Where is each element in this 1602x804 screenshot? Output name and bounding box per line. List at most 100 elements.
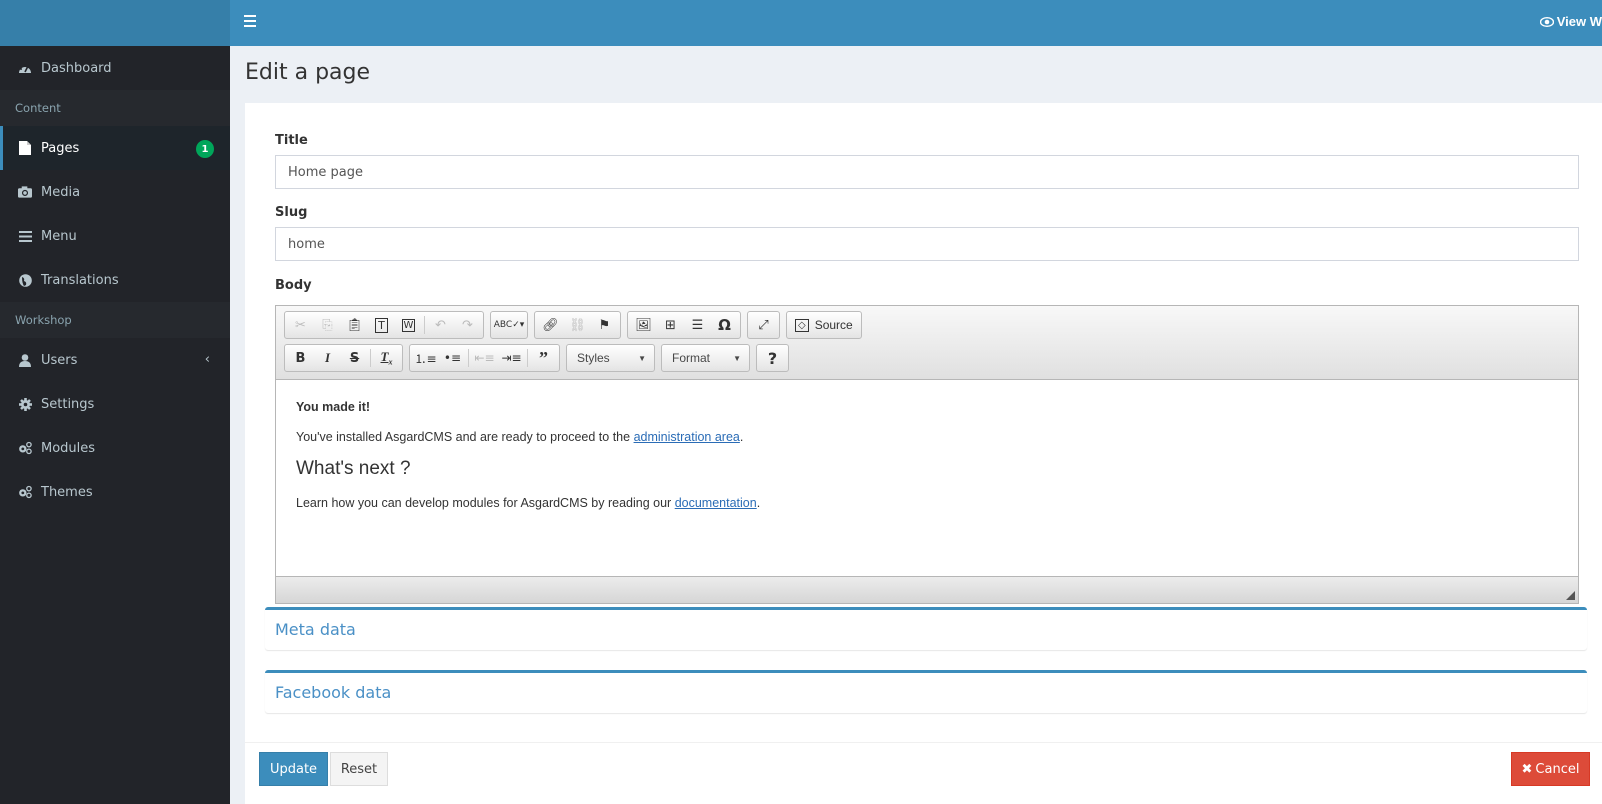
special-char-button[interactable]: Ω [711, 313, 738, 337]
content-bold-heading: You made it! [296, 400, 371, 414]
sidebar-item-pages[interactable]: Pages 1 [0, 126, 230, 170]
meta-data-panel: Meta data [265, 607, 1587, 650]
anchor-button[interactable]: ⚑ [591, 313, 618, 337]
sidebar-item-label: Dashboard [41, 60, 112, 76]
strikethrough-button[interactable]: S [341, 346, 368, 370]
link-button[interactable]: 🔗︎ [537, 313, 564, 337]
numbered-list-icon: ⒈≡ [414, 351, 437, 366]
help-button[interactable]: ? [759, 346, 786, 370]
form-footer-divider [245, 742, 1602, 743]
sidebar-item-settings[interactable]: Settings [0, 382, 230, 426]
copy-icon: ⎘ [322, 317, 333, 333]
cogs-icon [18, 441, 32, 455]
flag-icon: ⚑ [598, 317, 611, 333]
sidebar-item-modules[interactable]: Modules [0, 426, 230, 470]
help-group: ? [756, 344, 789, 372]
sidebar-item-label: Users [41, 352, 78, 368]
facebook-data-toggle[interactable]: Facebook data [275, 683, 391, 702]
cogs-icon [18, 485, 32, 499]
body-label: Body [275, 278, 312, 293]
clipboard-group: ✂ ⎘ 📋︎ T W ↶ ↷ [284, 311, 484, 339]
table-button[interactable]: ⊞ [657, 313, 684, 337]
blockquote-button[interactable]: ” [530, 346, 557, 370]
resize-handle[interactable] [1566, 591, 1575, 600]
paste-word-icon: W [401, 318, 416, 332]
slug-label: Slug [275, 205, 308, 220]
title-input[interactable] [275, 155, 1579, 189]
source-icon: ◇ [795, 318, 809, 332]
undo-button[interactable]: ↶ [427, 313, 454, 337]
sidebar-item-users[interactable]: Users ‹ [0, 338, 230, 382]
horizontal-line-icon: ☰ [691, 317, 704, 333]
user-icon [18, 353, 32, 367]
sidebar-item-dashboard[interactable]: Dashboard [0, 46, 230, 90]
cut-button[interactable]: ✂ [287, 313, 314, 337]
paste-word-button[interactable]: W [395, 313, 422, 337]
content-paragraph-1: You've installed AsgardCMS and are ready… [296, 430, 1558, 444]
maximize-icon: ⤢ [758, 317, 769, 333]
sidebar-item-label: Themes [41, 484, 93, 500]
view-website-link[interactable]: View W [1539, 14, 1602, 29]
top-navbar: View W [230, 0, 1602, 46]
redo-icon: ↷ [462, 317, 473, 333]
paragraph-group: ⒈≡ •≡ ⇤≡ ⇥≡ ” [409, 344, 560, 372]
outdent-button[interactable]: ⇤≡ [471, 346, 498, 370]
update-button[interactable]: Update [259, 752, 328, 786]
horizontal-line-button[interactable]: ☰ [684, 313, 711, 337]
basic-styles-group: B I S Tx [284, 344, 403, 372]
sidebar-item-menu[interactable]: Menu [0, 214, 230, 258]
bulleted-list-button[interactable]: •≡ [439, 346, 466, 370]
chevron-left-icon: ‹ [204, 352, 210, 367]
documentation-link[interactable]: documentation [675, 496, 757, 510]
close-icon: ✖ [1521, 761, 1533, 777]
paste-button[interactable]: 📋︎ [341, 313, 368, 337]
numbered-list-button[interactable]: ⒈≡ [412, 346, 439, 370]
meta-data-toggle[interactable]: Meta data [275, 620, 356, 639]
redo-button[interactable]: ↷ [454, 313, 481, 337]
image-icon: 🖼︎ [635, 317, 652, 333]
caret-down-icon: ▼ [733, 353, 741, 363]
cancel-button[interactable]: ✖ Cancel [1511, 752, 1590, 786]
camera-icon [18, 185, 32, 199]
paste-text-button[interactable]: T [368, 313, 395, 337]
globe-icon [18, 273, 32, 287]
editor-toolbar: ✂ ⎘ 📋︎ T W ↶ ↷ ABC✓▾ 🔗︎ ⛓ ⚑ 🖼︎ ⊞ ☰ Ω ⤢ ◇… [276, 306, 1578, 380]
remove-format-button[interactable]: Tx [373, 346, 400, 370]
unlink-button[interactable]: ⛓ [564, 313, 591, 337]
editor-content-area[interactable]: You made it! You've installed AsgardCMS … [276, 380, 1578, 576]
sidebar-item-themes[interactable]: Themes [0, 470, 230, 514]
reset-button[interactable]: Reset [330, 752, 388, 786]
administration-area-link[interactable]: administration area [634, 430, 740, 444]
indent-button[interactable]: ⇥≡ [498, 346, 525, 370]
italic-button[interactable]: I [314, 346, 341, 370]
remove-format-icon: Tx [380, 349, 393, 367]
format-dropdown[interactable]: Format ▼ [661, 344, 750, 372]
styles-dropdown[interactable]: Styles ▼ [566, 344, 655, 372]
source-button[interactable]: ◇ Source [789, 318, 859, 332]
sidebar-item-label: Modules [41, 440, 96, 456]
undo-icon: ↶ [435, 317, 446, 333]
bold-button[interactable]: B [287, 346, 314, 370]
bold-icon: B [295, 350, 306, 366]
spellcheck-icon: ABC✓▾ [493, 320, 525, 330]
sidebar-section-content: Content [0, 90, 230, 126]
insert-group: 🖼︎ ⊞ ☰ Ω [627, 311, 741, 339]
sidebar-item-translations[interactable]: Translations [0, 258, 230, 302]
sidebar-item-label: Pages [41, 140, 80, 156]
slug-input[interactable] [275, 227, 1579, 261]
sidebar-item-media[interactable]: Media [0, 170, 230, 214]
eye-icon [1539, 16, 1554, 27]
sidebar-item-label: Menu [41, 228, 77, 244]
table-icon: ⊞ [665, 317, 676, 333]
sidebar-toggle-button[interactable] [244, 15, 256, 29]
caret-down-icon: ▼ [638, 353, 646, 363]
paragraph-end: . [756, 496, 761, 510]
sidebar-item-label: Media [41, 184, 81, 200]
copy-button[interactable]: ⎘ [314, 313, 341, 337]
spellcheck-button[interactable]: ABC✓▾ [493, 313, 525, 337]
sidebar-section-workshop: Workshop [0, 302, 230, 338]
image-button[interactable]: 🖼︎ [630, 313, 657, 337]
scissors-icon: ✂ [295, 317, 306, 333]
maximize-button[interactable]: ⤢ [750, 313, 777, 337]
help-icon: ? [767, 348, 778, 368]
